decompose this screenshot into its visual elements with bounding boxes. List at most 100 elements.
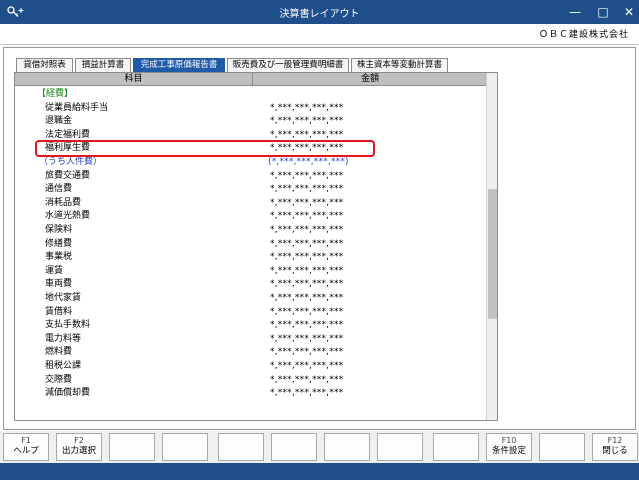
- table-row[interactable]: 電力料等 *,***,***,***,***: [15, 333, 485, 347]
- account-name: 交際費: [45, 374, 73, 385]
- fkey-number: F2: [74, 436, 84, 445]
- amount-value: *,***,***,***,***: [270, 306, 344, 317]
- fkey-empty-button[interactable]: [539, 433, 585, 461]
- table-body[interactable]: 【経費】従業員給料手当 *,***,***,***,*** 退職金 *,***,***…: [15, 87, 485, 420]
- table-row[interactable]: 燃料費 *,***,***,***,***: [15, 346, 485, 360]
- table-row[interactable]: 消耗品費 *,***,***,***,***: [15, 197, 485, 211]
- amount-value: *,***,***,***,***: [270, 252, 344, 263]
- table-row[interactable]: 【経費】: [15, 88, 485, 102]
- header-divider: [0, 44, 639, 45]
- account-name: 【経費】: [37, 89, 74, 99]
- amount-value: *,***,***,***,***: [270, 293, 344, 303]
- column-header-amount: 金額: [360, 74, 379, 84]
- table-row[interactable]: 賃借料 *,***,***,***,***: [15, 306, 485, 320]
- account-name: 水道光熱費: [45, 211, 91, 222]
- account-name: 旅費交通費: [45, 170, 91, 181]
- account-name: 燃料費: [45, 347, 73, 358]
- fkey-f12-button[interactable]: F12 閉じる: [592, 433, 638, 461]
- fkey-label: 閉じる: [602, 446, 628, 456]
- table-row[interactable]: 支払手数料 *,***,***,***,***: [15, 319, 485, 333]
- tab-income-statement[interactable]: 損益計算書: [75, 58, 131, 72]
- account-name: 車両費: [45, 279, 73, 290]
- account-name: 消耗品費: [45, 197, 82, 208]
- table-row[interactable]: 退職金 *,***,***,***,***: [15, 115, 485, 129]
- tab-sga-statement[interactable]: 販売費及び一般管理費明細書: [227, 58, 349, 72]
- amount-value: *,***,***,***,***: [270, 333, 344, 344]
- fkey-label: 出力選択: [61, 446, 96, 456]
- table-row[interactable]: 修繕費 *,***,***,***,***: [15, 238, 485, 252]
- account-name: （うち人件費）: [39, 157, 103, 167]
- amount-value: (*,***,***,***,***): [268, 157, 349, 167]
- fkey-empty-button[interactable]: [109, 433, 155, 461]
- tab-balance-sheet[interactable]: 貸借対照表: [16, 58, 73, 72]
- table-row[interactable]: 通信費 *,***,***,***,***: [15, 183, 485, 197]
- amount-value: *,***,***,***,***: [270, 197, 344, 208]
- account-name: 電力料等: [45, 333, 82, 344]
- table-row[interactable]: 減価償却費 *,***,***,***,***: [15, 387, 485, 401]
- amount-value: *,***,***,***,***: [270, 320, 344, 331]
- fkey-label: 条件設定: [491, 446, 526, 456]
- minimize-button[interactable]: —: [560, 0, 590, 24]
- account-name: 通信費: [45, 184, 73, 195]
- fkey-number: F10: [501, 436, 517, 445]
- table-row[interactable]: 交際費 *,***,***,***,***: [15, 374, 485, 388]
- scrollbar-thumb[interactable]: [488, 189, 497, 319]
- account-name: 租税公課: [45, 361, 82, 371]
- fkey-empty-button[interactable]: [377, 433, 423, 461]
- fkey-empty-button[interactable]: [433, 433, 479, 461]
- amount-value: *,***,***,***,***: [270, 170, 344, 181]
- table-header: 科目 金額: [15, 73, 487, 86]
- table-row[interactable]: 車両費 *,***,***,***,***: [15, 278, 485, 292]
- vertical-scrollbar[interactable]: [486, 73, 497, 420]
- amount-value: *,***,***,***,***: [270, 225, 344, 235]
- table-row[interactable]: 保険料 *,***,***,***,***: [15, 224, 485, 238]
- account-name: 修繕費: [45, 238, 73, 249]
- account-name: 地代家賃: [45, 293, 82, 303]
- account-name: 賃借料: [45, 306, 73, 317]
- account-name: 保険料: [45, 225, 73, 235]
- amount-value: *,***,***,***,***: [270, 347, 344, 358]
- amount-value: *,***,***,***,***: [270, 116, 344, 127]
- status-bar: [0, 463, 639, 480]
- account-name: 運賃: [45, 265, 64, 276]
- amount-value: *,***,***,***,***: [270, 388, 344, 399]
- amount-value: *,***,***,***,***: [270, 265, 344, 276]
- fkey-f10-button[interactable]: F10 条件設定: [486, 433, 532, 461]
- amount-value: *,***,***,***,***: [270, 374, 344, 385]
- tab-construction-cost-report[interactable]: 完成工事原価報告書: [133, 58, 225, 72]
- amount-value: *,***,***,***,***: [270, 238, 344, 249]
- fkey-empty-button[interactable]: [218, 433, 264, 461]
- table-row[interactable]: （うち人件費） (*,***,***,***,***): [15, 156, 485, 170]
- fkey-empty-button[interactable]: [324, 433, 370, 461]
- table-row[interactable]: 従業員給料手当 *,***,***,***,***: [15, 102, 485, 116]
- fkey-number: F1: [21, 436, 31, 445]
- table-row[interactable]: 事業税 *,***,***,***,***: [15, 251, 485, 265]
- table-row[interactable]: 租税公課 *,***,***,***,***: [15, 360, 485, 374]
- tab-equity-statement[interactable]: 株主資本等変動計算書: [351, 58, 448, 72]
- table-row[interactable]: 水道光熱費 *,***,***,***,***: [15, 210, 485, 224]
- window-title: 決算書レイアウト: [279, 9, 360, 20]
- account-name: 退職金: [45, 116, 73, 127]
- table-row[interactable]: 旅費交通費 *,***,***,***,***: [15, 170, 485, 184]
- account-name: 減価償却費: [45, 388, 91, 399]
- account-name: 支払手数料: [45, 320, 91, 331]
- account-name: 事業税: [45, 252, 73, 263]
- company-name: ＯＢＣ建設株式会社: [538, 30, 629, 40]
- fkey-f1-button[interactable]: F1 ヘルプ: [3, 433, 49, 461]
- column-header-account: 科目: [15, 73, 253, 86]
- table-row[interactable]: 地代家賃 *,***,***,***,***: [15, 292, 485, 306]
- amount-value: *,***,***,***,***: [270, 279, 344, 290]
- title-bar: 決算書レイアウト — □ ✕: [0, 0, 639, 24]
- fkey-empty-button[interactable]: [162, 433, 208, 461]
- content-area: 貸借対照表 損益計算書 完成工事原価報告書 販売費及び一般管理費明細書 株主資本…: [3, 47, 636, 430]
- amount-value: *,***,***,***,***: [270, 102, 344, 113]
- table-row[interactable]: 運賃 *,***,***,***,***: [15, 265, 485, 279]
- close-button[interactable]: ✕: [614, 0, 639, 24]
- fkey-label: ヘルプ: [13, 446, 39, 456]
- layout-table: 科目 金額 【経費】従業員給料手当 *,***,***,***,*** 退職金 *,*…: [14, 72, 498, 421]
- fkey-f2-button[interactable]: F2 出力選択: [56, 433, 102, 461]
- fkey-number: F12: [607, 436, 623, 445]
- amount-value: *,***,***,***,***: [270, 184, 344, 195]
- amount-value: *,***,***,***,***: [270, 361, 344, 371]
- fkey-empty-button[interactable]: [271, 433, 317, 461]
